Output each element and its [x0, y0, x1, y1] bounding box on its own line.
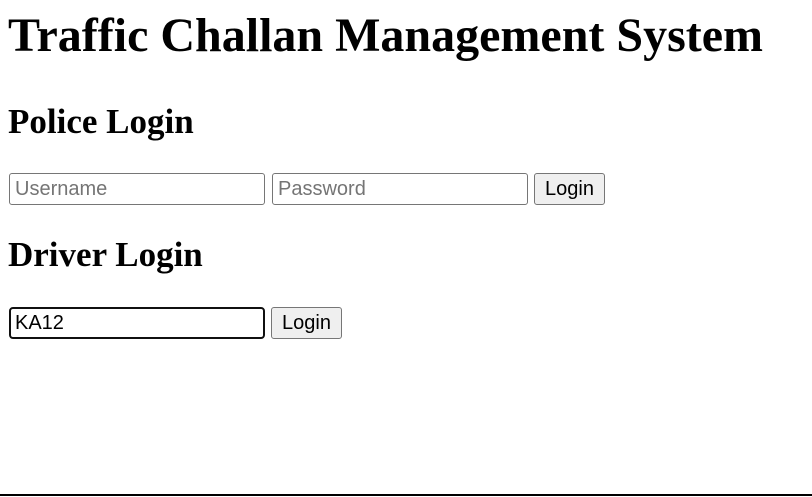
page-title: Traffic Challan Management System [8, 9, 764, 62]
driver-vehicle-input[interactable] [9, 307, 265, 339]
police-login-button[interactable]: Login [534, 173, 605, 205]
police-login-section: Police Login Login [8, 102, 804, 205]
page: Traffic Challan Management System Police… [0, 0, 812, 339]
driver-login-section: Driver Login Login [8, 235, 804, 339]
driver-login-form: Login [8, 307, 804, 339]
police-username-input[interactable] [9, 173, 265, 205]
police-login-form: Login [8, 173, 804, 205]
driver-login-button[interactable]: Login [271, 307, 342, 339]
police-login-heading: Police Login [8, 102, 194, 141]
bottom-divider [0, 494, 812, 496]
driver-login-heading: Driver Login [8, 235, 203, 274]
police-password-input[interactable] [272, 173, 528, 205]
